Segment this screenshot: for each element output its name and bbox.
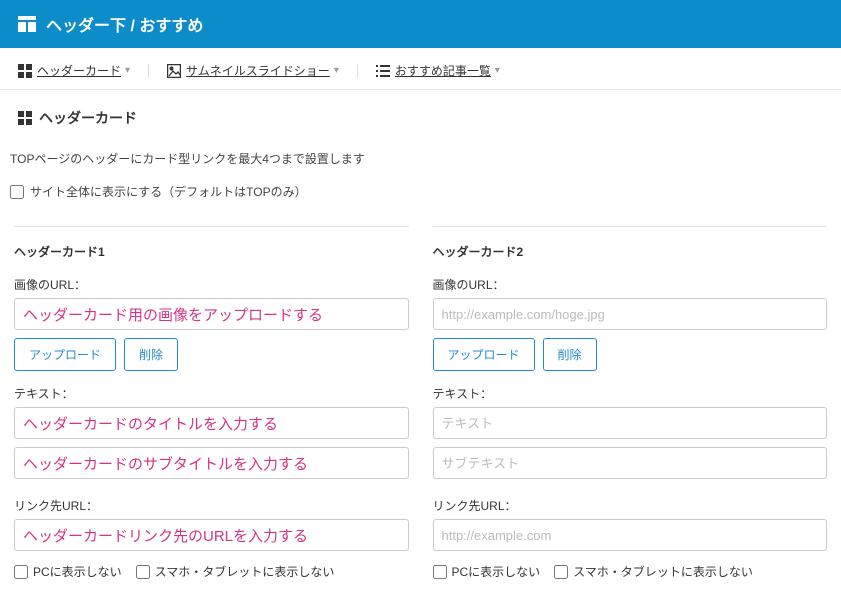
tab-bar: ヘッダーカード ▾ サムネイルスライドショー ▾ おすすめ記事一覧 ▾ <box>0 48 841 90</box>
grid-icon <box>18 111 32 125</box>
card2-hide-sp-label[interactable]: スマホ・タブレットに表示しない <box>554 563 753 580</box>
card2-text-input[interactable] <box>433 407 828 439</box>
tab-header-card[interactable]: ヘッダーカード ▾ <box>18 62 130 79</box>
chevron-down-icon: ▾ <box>495 65 500 76</box>
card-1: ヘッダーカード1 画像のURL： アップロード 削除 テキスト： リンク先URL… <box>14 226 409 580</box>
card2-subtext-input[interactable] <box>433 447 828 479</box>
card1-image-label: 画像のURL： <box>14 276 409 293</box>
card1-subtext-input[interactable] <box>14 447 409 479</box>
section-heading: ヘッダーカード <box>0 90 841 138</box>
card1-delete-button[interactable]: 削除 <box>124 338 178 371</box>
card2-text-label: テキスト： <box>433 385 828 402</box>
tab-slideshow[interactable]: サムネイルスライドショー ▾ <box>167 62 339 79</box>
card1-title: ヘッダーカード1 <box>14 243 409 260</box>
site-wide-row: サイト全体に表示にする（デフォルトはTOPのみ） <box>0 177 841 212</box>
list-icon <box>376 64 390 78</box>
card1-hide-sp-label[interactable]: スマホ・タブレットに表示しない <box>136 563 335 580</box>
grid-icon <box>18 64 32 78</box>
divider <box>357 64 358 78</box>
cards-container: ヘッダーカード1 画像のURL： アップロード 削除 テキスト： リンク先URL… <box>0 212 841 594</box>
card2-title: ヘッダーカード2 <box>433 243 828 260</box>
card-2: ヘッダーカード2 画像のURL： アップロード 削除 テキスト： リンク先URL… <box>433 226 828 580</box>
page-title: ヘッダー下 / おすすめ <box>46 12 203 36</box>
site-wide-checkbox[interactable] <box>10 185 24 199</box>
page-header: ヘッダー下 / おすすめ <box>0 0 841 48</box>
section-title-text: ヘッダーカード <box>39 108 137 128</box>
card1-text-input[interactable] <box>14 407 409 439</box>
layout-icon <box>18 15 36 33</box>
card2-hide-pc-checkbox[interactable] <box>433 565 447 579</box>
card1-upload-button[interactable]: アップロード <box>14 338 116 371</box>
card2-link-label: リンク先URL： <box>433 497 828 514</box>
chevron-down-icon: ▾ <box>125 65 130 76</box>
card2-image-input[interactable] <box>433 298 828 330</box>
chevron-down-icon: ▾ <box>334 65 339 76</box>
site-wide-label[interactable]: サイト全体に表示にする（デフォルトはTOPのみ） <box>10 183 831 200</box>
card2-link-input[interactable] <box>433 519 828 551</box>
card2-image-label: 画像のURL： <box>433 276 828 293</box>
tab-recommended[interactable]: おすすめ記事一覧 ▾ <box>376 62 500 79</box>
card1-hide-pc-checkbox[interactable] <box>14 565 28 579</box>
card2-hide-sp-checkbox[interactable] <box>554 565 568 579</box>
card1-hide-sp-checkbox[interactable] <box>136 565 150 579</box>
image-icon <box>167 64 181 78</box>
card1-image-input[interactable] <box>14 298 409 330</box>
card2-upload-button[interactable]: アップロード <box>433 338 535 371</box>
card1-hide-pc-label[interactable]: PCに表示しない <box>14 563 122 580</box>
divider <box>148 64 149 78</box>
card1-text-label: テキスト： <box>14 385 409 402</box>
card2-hide-pc-label[interactable]: PCに表示しない <box>433 563 541 580</box>
card1-link-input[interactable] <box>14 519 409 551</box>
card2-delete-button[interactable]: 削除 <box>543 338 597 371</box>
card1-link-label: リンク先URL： <box>14 497 409 514</box>
section-description: TOPページのヘッダーにカード型リンクを最大4つまで設置します <box>0 138 841 177</box>
